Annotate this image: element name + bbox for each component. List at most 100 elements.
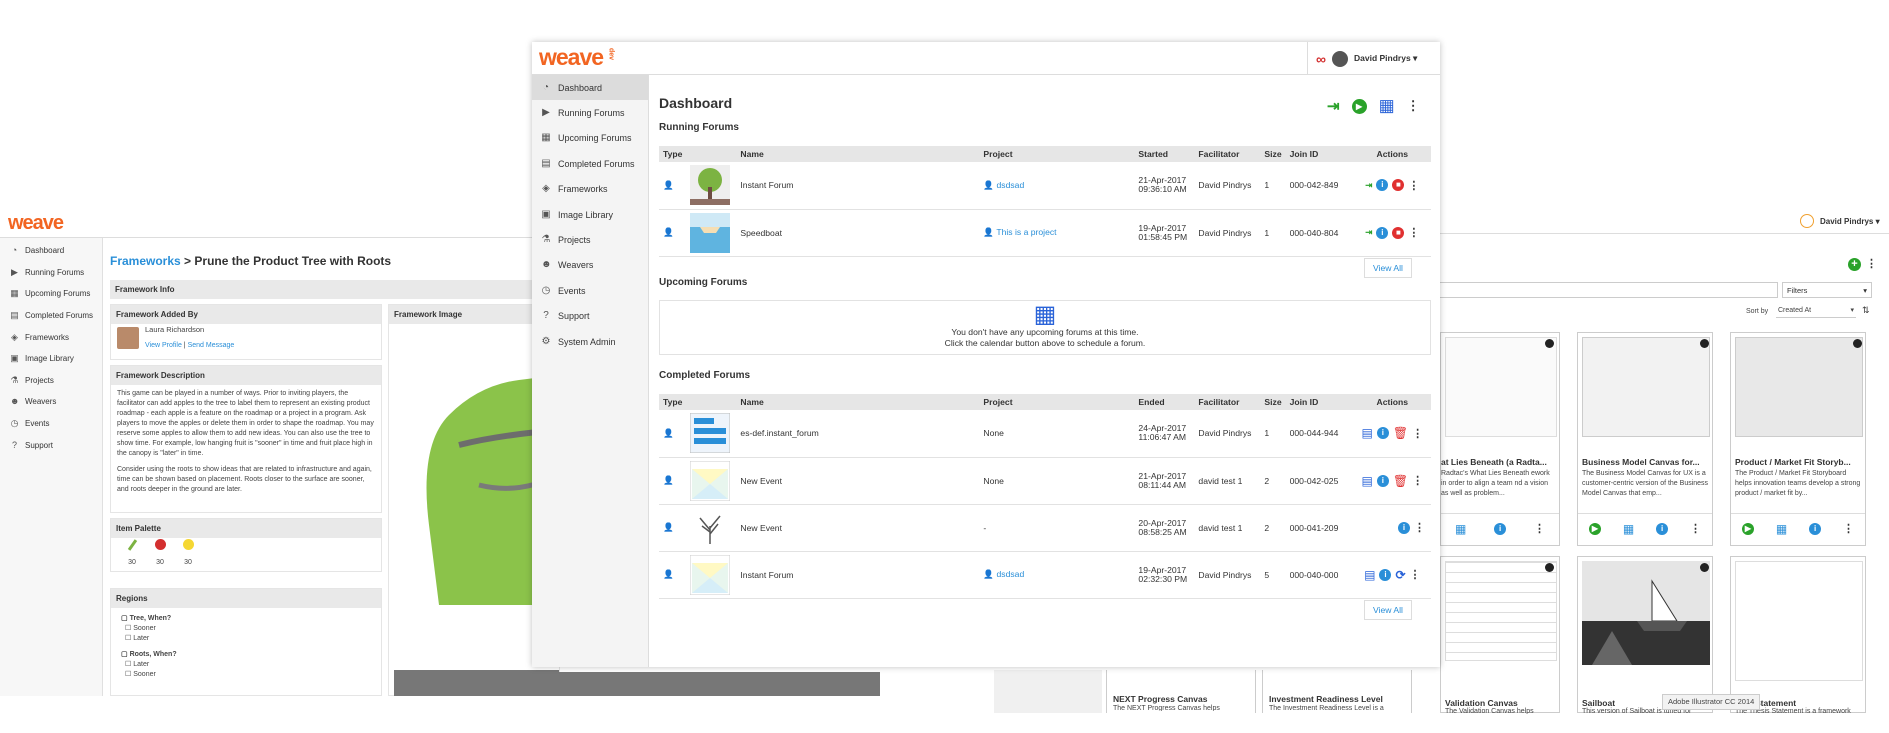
schedule-button[interactable]: ▦ — [1776, 522, 1787, 536]
info-button[interactable]: i — [1398, 521, 1410, 534]
region-roots-option-sooner[interactable]: ☐ Sooner — [111, 670, 381, 680]
table-row[interactable]: 👤 New Event None 21-Apr-2017 08:11:44 AM … — [659, 457, 1431, 505]
join-forum-icon[interactable]: ⇥ — [1327, 97, 1340, 115]
sidebar-item-dashboard[interactable]: ◔ Dashboard — [532, 75, 648, 101]
running-view-all-button[interactable]: View All — [1364, 258, 1412, 278]
info-button[interactable]: i — [1494, 522, 1507, 535]
row-menu-button[interactable]: ⋮ — [1414, 521, 1425, 534]
left-sidebar-item-frameworks[interactable]: ◈ Frameworks — [0, 326, 102, 348]
card-menu-button[interactable]: ⋮ — [1534, 522, 1545, 535]
sidebar-item-frameworks[interactable]: ◈ Frameworks — [532, 177, 648, 202]
palette-item-leaf[interactable]: 30 — [125, 539, 139, 569]
main-logo[interactable]: weave dev — [539, 44, 615, 71]
sidebar-item-weavers[interactable]: ☻ Weavers — [532, 253, 648, 278]
sidebar-item-support[interactable]: ? Support — [532, 304, 648, 329]
sidebar-item-projects[interactable]: ⚗ Projects — [532, 227, 648, 252]
sort-by-select[interactable]: Created At ▾ — [1776, 305, 1856, 318]
row-menu-button[interactable]: ⋮ — [1412, 474, 1423, 487]
trash-icon[interactable]: 🗑 — [1393, 474, 1408, 488]
send-message-link[interactable]: Send Message — [188, 342, 235, 349]
left-sidebar-item-image-library[interactable]: ▣ Image Library — [0, 348, 102, 370]
region-tree-option-later[interactable]: ☐ Later — [111, 634, 381, 644]
card-product-market-fit[interactable]: Product / Market Fit Storyb... The Produ… — [1730, 332, 1866, 546]
palette-item-lemon[interactable]: 30 — [181, 539, 195, 569]
join-icon[interactable]: ⇥ — [1365, 227, 1372, 238]
card-thesis-statement[interactable]: Statement The Thesis Statement is a fram… — [1730, 556, 1866, 714]
info-button[interactable]: i — [1376, 474, 1389, 487]
project-link[interactable]: 👤 dsdsad — [979, 551, 1135, 599]
region-tree-option-sooner[interactable]: ☐ Sooner — [111, 624, 381, 634]
row-menu-button[interactable]: ⋮ — [1412, 427, 1423, 440]
table-row[interactable]: 👤 es-def.instant_forum None 24-Apr-2017 1… — [659, 410, 1431, 458]
row-menu-button[interactable]: ⋮ — [1408, 179, 1419, 192]
right-more-menu[interactable]: ⋮ — [1866, 257, 1877, 270]
info-button[interactable]: i — [1376, 226, 1389, 239]
calendar-empty-icon[interactable]: ▦ — [660, 303, 1430, 327]
row-menu-button[interactable]: ⋮ — [1408, 226, 1419, 239]
table-row[interactable]: 👤 Instant Forum 👤 dsdsad 21-Apr-2017 09:3… — [659, 162, 1431, 210]
report-icon[interactable]: ▤ — [1364, 568, 1375, 582]
bottom-card-next-progress[interactable]: NEXT Progress Canvas The NEXT Progress C… — [1106, 670, 1256, 713]
report-icon[interactable]: ▤ — [1362, 474, 1373, 488]
avatar[interactable] — [117, 327, 139, 349]
sidebar-item-image-library[interactable]: ▣ Image Library — [532, 202, 648, 227]
start-button[interactable]: ▶ — [1588, 522, 1601, 535]
info-button[interactable]: i — [1809, 522, 1822, 535]
left-sidebar-item-events[interactable]: ◷ Events — [0, 413, 102, 435]
left-sidebar-item-weavers[interactable]: ☻ Weavers — [0, 391, 102, 413]
refresh-icon[interactable]: ⟳ — [1395, 568, 1405, 582]
right-user-menu[interactable]: David Pindrys ▾ — [1800, 214, 1880, 228]
left-sidebar-item-support[interactable]: ? Support — [0, 434, 102, 456]
left-sidebar-item-completed[interactable]: ▤ Completed Forums — [0, 305, 102, 327]
schedule-button[interactable]: ▦ — [1623, 522, 1634, 536]
sidebar-item-running-forums[interactable]: ▶ Running Forums — [532, 100, 648, 125]
forum-name[interactable]: New Event — [736, 504, 980, 552]
card-menu-button[interactable]: ⋮ — [1843, 522, 1854, 535]
left-sidebar-item-projects[interactable]: ⚗ Projects — [0, 370, 102, 392]
card-what-lies-beneath[interactable]: at Lies Beneath (a Radta... Radtac's Wha… — [1440, 332, 1560, 546]
join-icon[interactable]: ⇥ — [1365, 180, 1372, 191]
report-icon[interactable]: ▤ — [1362, 426, 1373, 440]
left-sidebar-item-dashboard[interactable]: ◔ Dashboard — [0, 240, 102, 262]
start-forum-button[interactable]: ▶ — [1351, 98, 1367, 114]
trash-icon[interactable]: 🗑 — [1393, 426, 1408, 440]
schedule-button[interactable]: ▦ — [1455, 522, 1466, 536]
row-menu-button[interactable]: ⋮ — [1410, 568, 1421, 581]
completed-view-all-button[interactable]: View All — [1364, 600, 1412, 620]
schedule-forum-icon[interactable]: ▦ — [1379, 96, 1395, 116]
sidebar-item-upcoming-forums[interactable]: ▦ Upcoming Forums — [532, 126, 648, 151]
left-logo[interactable]: weave — [8, 212, 64, 235]
breadcrumb-frameworks-link[interactable]: Frameworks — [110, 254, 181, 268]
bottom-card-investment-readiness[interactable]: Investment Readiness Level The Investmen… — [1262, 670, 1412, 713]
forum-name[interactable]: es-def.instant_forum — [736, 410, 980, 458]
add-button[interactable]: + — [1848, 258, 1861, 271]
stop-button[interactable]: ■ — [1392, 179, 1405, 192]
card-validation-canvas[interactable]: Validation Canvas The Validation Canvas … — [1440, 556, 1560, 714]
project-link[interactable]: 👤 This is a project — [979, 209, 1135, 257]
sidebar-item-events[interactable]: ◷ Events — [532, 278, 648, 303]
filters-select[interactable]: Filters ▾ — [1782, 282, 1872, 298]
info-button[interactable]: i — [1376, 427, 1389, 440]
left-sidebar-item-upcoming[interactable]: ▦ Upcoming Forums — [0, 283, 102, 305]
sidebar-item-completed-forums[interactable]: ▤ Completed Forums — [532, 151, 648, 176]
table-row[interactable]: 👤 Speedboat 👤 This is a project 19-Apr-2… — [659, 209, 1431, 257]
forum-name[interactable]: Instant Forum — [736, 551, 980, 599]
info-button[interactable]: i — [1379, 568, 1392, 581]
palette-item-apple[interactable]: 30 — [153, 539, 167, 569]
sort-direction-icon[interactable]: ⇅ — [1862, 305, 1870, 316]
info-button[interactable]: i — [1656, 522, 1669, 535]
view-profile-link[interactable]: View Profile — [145, 342, 182, 349]
forum-name[interactable]: Instant Forum — [736, 162, 980, 210]
table-row[interactable]: 👤 New Event - 20-Apr-2017 08:58:25 AM dav… — [659, 504, 1431, 552]
table-row[interactable]: 👤 Instant Forum 👤 dsdsad 19-Apr-2017 02:3… — [659, 551, 1431, 599]
forum-name[interactable]: New Event — [736, 457, 980, 505]
sidebar-item-system-admin[interactable]: ⚙ System Admin — [532, 329, 648, 354]
start-button[interactable]: ▶ — [1741, 522, 1754, 535]
forum-name[interactable]: Speedboat — [736, 209, 980, 257]
info-button[interactable]: i — [1376, 179, 1389, 192]
more-menu[interactable]: ⋮ — [1407, 98, 1420, 114]
user-menu[interactable]: ∞ David Pindrys ▾ — [1307, 42, 1417, 75]
right-search-input[interactable] — [1440, 282, 1778, 298]
left-sidebar-item-running[interactable]: ▶ Running Forums — [0, 262, 102, 284]
card-menu-button[interactable]: ⋮ — [1690, 522, 1701, 535]
